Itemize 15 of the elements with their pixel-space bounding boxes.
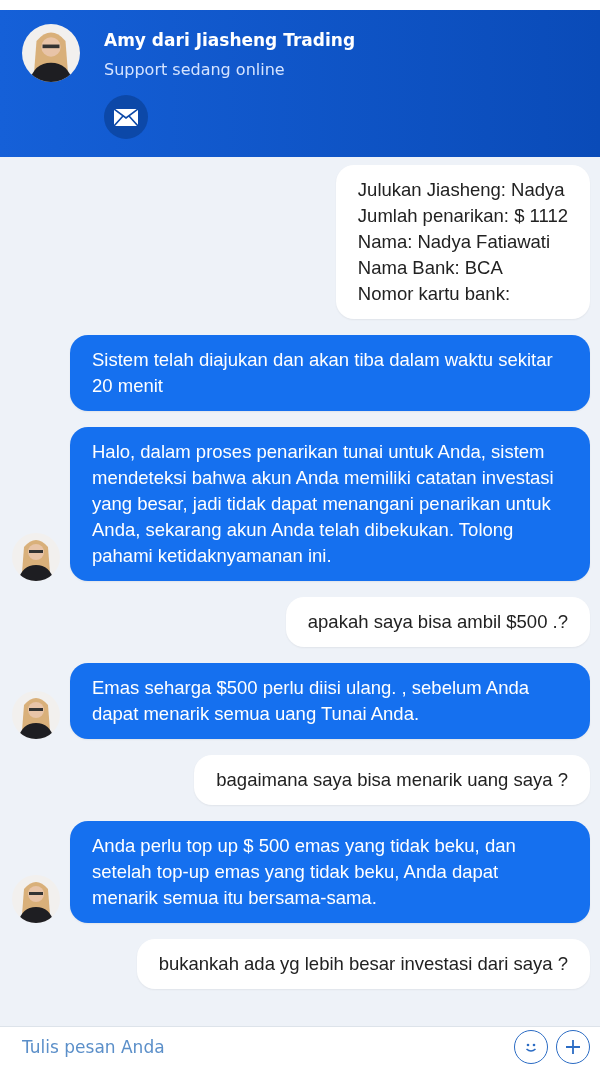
sent-message: Julukan Jiasheng: Nadya Jumlah penarikan: $ 1112 Nama: Nadya Fatiawati Nama Bank: BCA Nomor kartu bank: bbox=[335, 165, 590, 319]
sent-message: apakah saya bisa ambil $500 .? bbox=[285, 597, 590, 647]
sent-message: bagaimana saya bisa menarik uang saya ? bbox=[194, 755, 590, 805]
received-message: Sistem telah diajukan dan akan tiba dalam waktu sekitar 20 menit bbox=[70, 335, 590, 411]
received-message: Anda perlu top up $ 500 emas yang tidak beku, dan setelah top-up emas yang tidak beku, Anda dapat menarik semua itu bersama-sama. bbox=[70, 821, 590, 923]
add-button[interactable] bbox=[556, 1030, 590, 1064]
emoji-button[interactable] bbox=[514, 1030, 548, 1064]
received-message: Emas seharga $500 perlu diisi ulang. , sebelum Anda dapat menarik semua uang Tunai Anda. bbox=[70, 663, 590, 739]
sent-message: bukankah ada yg lebih besar investasi dari saya ? bbox=[136, 939, 590, 989]
email-button[interactable] bbox=[104, 95, 148, 139]
plus-icon bbox=[565, 1039, 581, 1055]
agent-status: Support sedang online bbox=[104, 60, 286, 79]
agent-name: Amy dari Jiasheng Trading bbox=[104, 30, 356, 50]
envelope-icon bbox=[114, 108, 138, 126]
received-message: Halo, dalam proses penarikan tunai untuk Anda, sistem mendeteksi bahwa akun Anda memiliki catatan investasi yang besar, jadi tidak dapat menangani penarikan untuk Anda, sekarang akun Anda telah dibekukan. Tolong pahami ketidaknyamanan ini. bbox=[70, 427, 590, 581]
